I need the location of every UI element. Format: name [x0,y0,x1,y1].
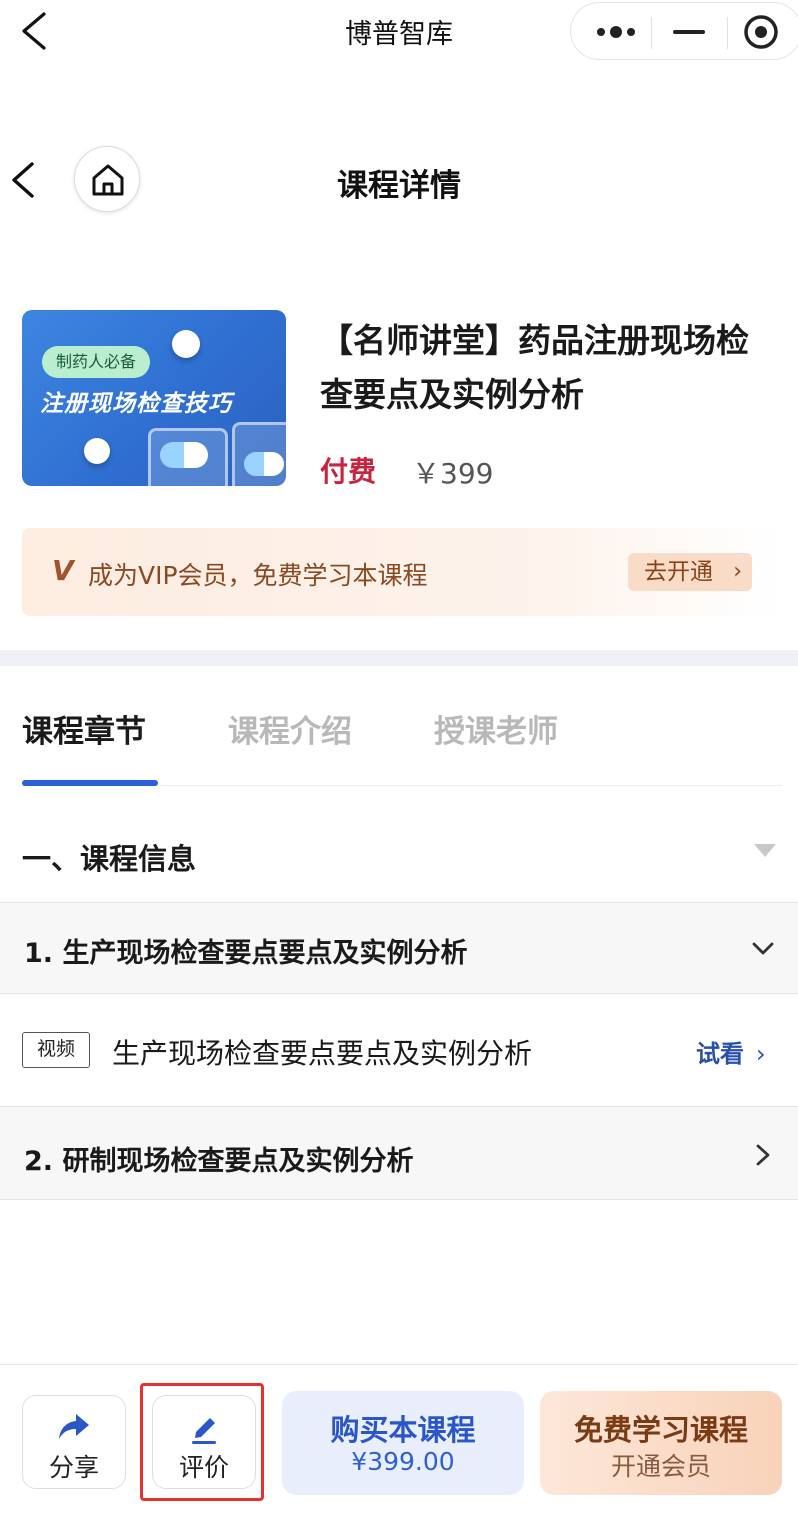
chevron-right-icon: › [733,559,742,584]
tab-bar: 课程章节 课程介绍 授课老师 [22,680,782,786]
trial-watch-link[interactable]: 试看 › [696,1034,766,1069]
target-circle-icon[interactable] [739,3,797,61]
free-learn-sub: 开通会员 [610,1452,711,1481]
capsule-decoration [160,442,208,468]
lesson-title: 生产现场检查要点要点及实例分析 [112,1037,533,1070]
vip-icon: V [52,554,74,587]
chevron-right-icon [756,1144,770,1166]
pill-ball-decoration [84,438,110,464]
section-divider [0,650,798,666]
section-title: 一、课程信息 [22,842,197,876]
tab-teacher[interactable]: 授课老师 [434,706,558,751]
caret-down-icon [754,844,776,857]
free-learn-label: 免费学习课程 [573,1413,748,1447]
price-type: 付费 [320,455,377,488]
vip-open-label: 去开通 [644,559,713,585]
buy-course-price: ¥399.00 [351,1447,455,1476]
active-tab-indicator [22,780,158,786]
course-cover-image: 制药人必备 注册现场检查技巧 [22,310,286,486]
chapter-title: 2. 研制现场检查要点及实例分析 [24,1146,414,1177]
miniapp-capsule [570,2,798,60]
vip-open-button[interactable]: 去开通 › [628,553,752,591]
buy-course-button[interactable]: 购买本课程 ¥399.00 [282,1391,524,1495]
vip-banner[interactable]: V 成为VIP会员，免费学习本课程 去开通 › [22,528,778,616]
vip-banner-text: 成为VIP会员，免费学习本课程 [88,561,428,590]
course-price: ￥399 [412,457,494,490]
cover-title: 注册现场检查技巧 [40,391,232,417]
free-learn-button[interactable]: 免费学习课程 开通会员 [540,1391,782,1495]
section-header[interactable]: 一、课程信息 [0,808,798,902]
minimize-icon[interactable] [661,3,717,61]
lesson-type-badge: 视频 [22,1032,90,1068]
tab-introduction[interactable]: 课程介绍 [228,706,352,751]
share-button[interactable]: 分享 [22,1395,126,1489]
chevron-down-icon [752,942,774,955]
trial-watch-label: 试看 [696,1040,744,1068]
capsule-divider [727,17,728,49]
share-arrow-icon [59,1414,89,1439]
page-nav-bar: 课程详情 [0,140,798,222]
tab-chapters[interactable]: 课程章节 [22,706,146,751]
buy-course-label: 购买本课程 [330,1413,476,1447]
miniapp-top-bar: 博普智库 [0,0,798,62]
more-dots-icon[interactable] [591,3,649,61]
lesson-item[interactable]: 视频 生产现场检查要点要点及实例分析 试看 › [0,994,798,1106]
capsule-divider [651,17,652,49]
course-title: 【名师讲堂】药品注册现场检查要点及实例分析 [320,321,749,414]
capsule-decoration [244,452,284,476]
chevron-right-icon: › [756,1040,766,1068]
chapter-row[interactable]: 2. 研制现场检查要点及实例分析 [0,1106,798,1200]
chapter-row[interactable]: 1. 生产现场检查要点要点及实例分析 [0,902,798,994]
bottom-action-bar: 分享 评价 购买本课程 ¥399.00 免费学习课程 开通会员 [0,1364,798,1516]
share-label: 分享 [48,1453,99,1482]
highlight-box [140,1383,264,1501]
page-title: 课程详情 [337,168,461,204]
chapter-title: 1. 生产现场检查要点要点及实例分析 [24,938,468,969]
pill-ball-decoration [172,330,200,358]
cover-badge: 制药人必备 [42,346,151,378]
